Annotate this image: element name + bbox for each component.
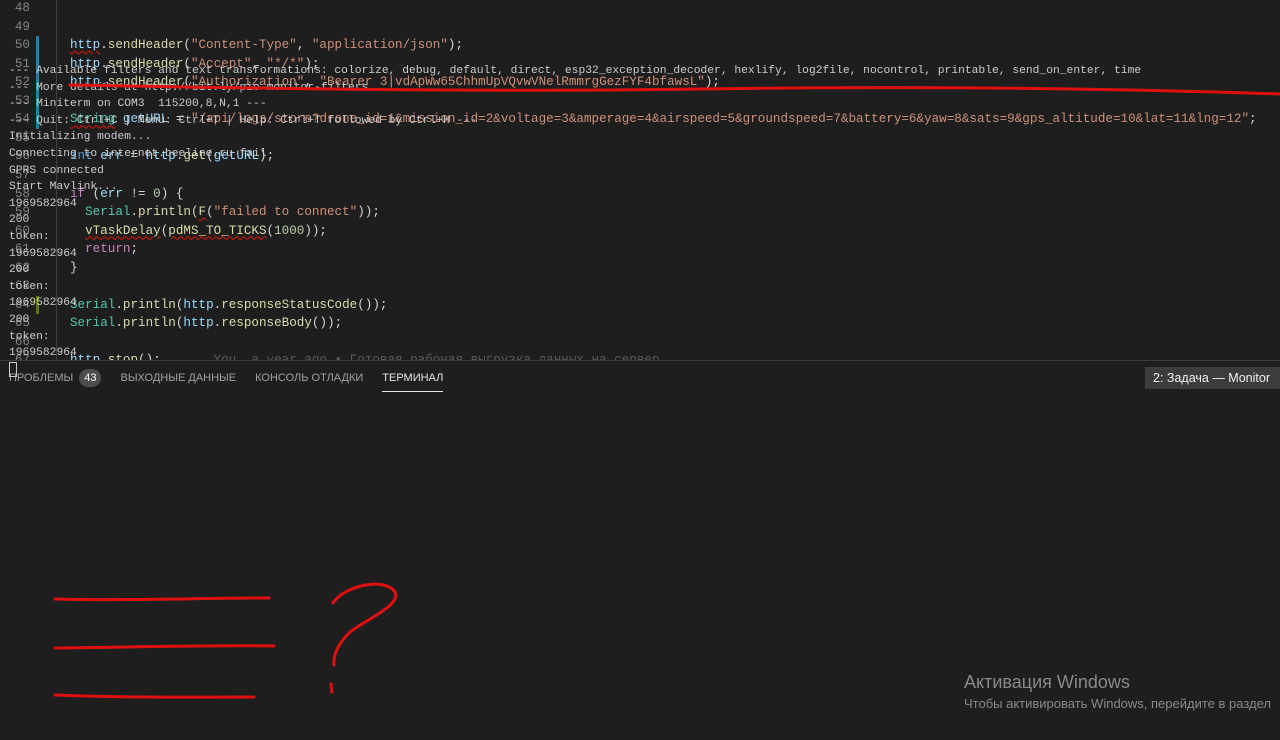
code-line[interactable]: 50 http.sendHeader("Content-Type", "appli…: [0, 36, 1280, 55]
terminal-line: --- More details at http://bit.ly/pio-mo…: [9, 81, 369, 94]
code-line[interactable]: 49: [0, 18, 1280, 37]
terminal-line: --- Miniterm on COM3 115200,8,N,1 ---: [9, 98, 267, 111]
terminal-line: Start Mavlink...: [9, 181, 118, 194]
code-token: "Content-Type": [190, 38, 297, 53]
line-number: 49: [14, 19, 30, 34]
terminal-line: 1969582964: [9, 197, 77, 210]
terminal-output[interactable]: --- Available filters and text transform…: [9, 63, 1141, 378]
terminal-line: GPRS connected: [9, 164, 104, 177]
terminal-line: token:: [9, 330, 50, 343]
terminal-line: 1969582964: [9, 297, 77, 310]
line-number: 50: [14, 38, 30, 53]
terminal-line: --- Available filters and text transform…: [9, 65, 1142, 77]
code-text: http.sendHeader("Content-Type", "applica…: [70, 36, 463, 55]
terminal-line: Connecting to internet.beeline.ru fail: [9, 147, 267, 160]
terminal-line: 1969582964: [9, 247, 77, 260]
terminal-line: 200: [9, 313, 30, 326]
terminal-line: token:: [9, 280, 50, 293]
git-gutter-marker: [36, 36, 39, 55]
windows-activation-watermark: Активация Windows Чтобы активировать Win…: [964, 672, 1271, 711]
terminal-line: --- Quit: Ctrl+C | Menu: Ctrl+T | Help: …: [9, 114, 477, 127]
terminal-line: 200: [9, 264, 30, 277]
terminal-line: Initializing modem...: [9, 131, 152, 144]
code-token: sendHeader: [107, 38, 184, 53]
terminal-cursor: [9, 361, 17, 377]
code-line[interactable]: 48: [0, 0, 1280, 18]
terminal-prompt[interactable]: [9, 361, 1141, 379]
terminal-line: token:: [9, 230, 50, 243]
code-token: .: [100, 38, 108, 53]
line-number: 48: [14, 1, 30, 15]
code-token: "application/json": [311, 38, 448, 53]
code-token: http: [70, 38, 101, 53]
code-token: (: [183, 38, 191, 53]
code-token: ;: [1249, 112, 1257, 127]
terminal-line: 1969582964: [9, 347, 77, 360]
terminal-line: 200: [9, 214, 30, 227]
terminal-selector[interactable]: 2: Задача — Monitor: [1145, 367, 1280, 389]
activation-title: Активация Windows: [964, 672, 1130, 692]
activation-subtitle: Чтобы активировать Windows, перейдите в …: [964, 696, 1271, 711]
code-token: );: [447, 38, 464, 53]
code-token: ,: [296, 38, 312, 53]
